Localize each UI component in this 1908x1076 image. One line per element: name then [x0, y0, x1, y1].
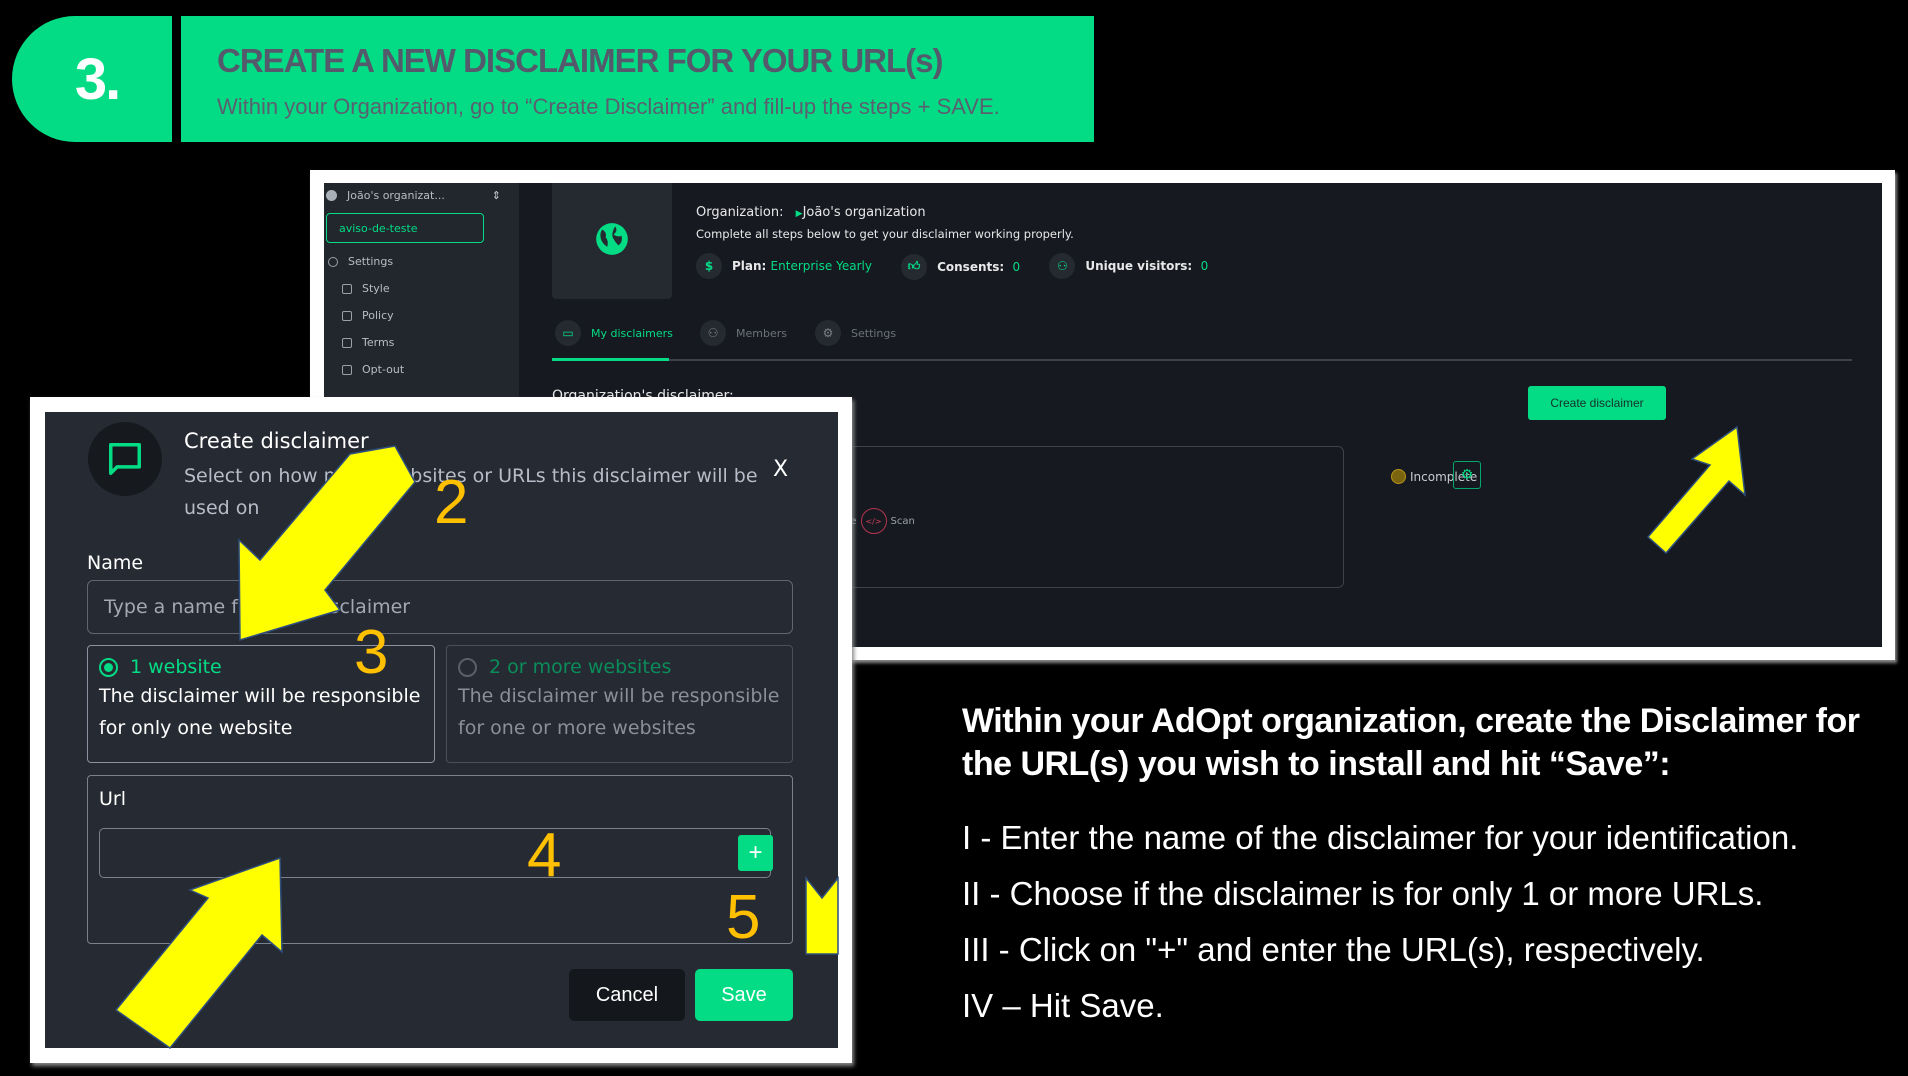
- arrow-pointer-1: [1646, 425, 1746, 555]
- modal-icon: [88, 422, 162, 496]
- add-url-button[interactable]: +: [738, 835, 773, 871]
- document-icon: [342, 337, 352, 348]
- org-selector-label: João's organizat...: [347, 189, 445, 202]
- instructions-list: I - Enter the name of the disclaimer for…: [962, 816, 1798, 1040]
- tab-members[interactable]: ⚇ Members: [700, 313, 787, 353]
- option-multiple-websites[interactable]: 2 or more websites The disclaimer will b…: [446, 645, 793, 763]
- org-tabs: ▭ My disclaimers ⚇ Members ⚙ Settings: [552, 313, 1852, 361]
- chevron-updown-icon: ⇕: [491, 189, 501, 202]
- arrow-pointer-2: [238, 445, 416, 642]
- tabs-divider: [552, 359, 1852, 361]
- arrow-pointer-4: [114, 856, 283, 1050]
- tab-label: Members: [736, 326, 787, 340]
- create-disclaimer-button[interactable]: Create disclaimer: [1528, 386, 1666, 420]
- users-icon: ⚇: [1049, 253, 1076, 279]
- org-header-info: Organization: ▶João's organization Compl…: [696, 205, 1233, 280]
- name-input[interactable]: [87, 580, 793, 634]
- plan-label: Plan:: [732, 259, 767, 273]
- consents-label: Consents:: [937, 259, 1005, 274]
- active-tab-indicator: [552, 358, 669, 361]
- visitors-label: Unique visitors:: [1085, 259, 1193, 273]
- sidebar-item-policy[interactable]: Policy: [342, 309, 394, 322]
- sidebar-item-active-disclaimer[interactable]: aviso-de-teste: [326, 213, 484, 243]
- sidebar-item-settings[interactable]: Settings: [328, 255, 393, 268]
- consents-stat: 👍︎ Consents: 0: [901, 253, 1021, 280]
- instruction-step: I - Enter the name of the disclaimer for…: [962, 819, 1799, 856]
- step-marker-4: 4: [527, 821, 562, 890]
- clipboard-icon: [342, 310, 352, 321]
- thumbs-up-icon: 👍︎: [901, 253, 928, 280]
- org-label: Organization:: [696, 205, 784, 220]
- plan-stat: $ Plan: Enterprise Yearly: [696, 253, 872, 279]
- chat-icon: [109, 443, 141, 475]
- step-number: 3.: [74, 46, 121, 112]
- save-button[interactable]: Save: [695, 969, 793, 1021]
- option-description: The disclaimer will be responsible for o…: [99, 685, 421, 739]
- sidebar-item-label: Opt-out: [362, 363, 405, 376]
- sidebar-item-terms[interactable]: Terms: [342, 336, 394, 349]
- plan-value: Enterprise Yearly: [770, 259, 872, 273]
- scan-step: de </> Scan: [844, 508, 915, 534]
- org-name: João's organization: [802, 205, 926, 220]
- sidebar-item-label: aviso-de-teste: [339, 221, 418, 235]
- tab-settings[interactable]: ⚙ Settings: [815, 313, 896, 353]
- gear-icon: ⚙: [815, 320, 841, 346]
- option-label: 1 website: [130, 656, 222, 678]
- url-label: Url: [99, 788, 126, 810]
- arrow-pointer-5: [805, 875, 839, 955]
- code-icon[interactable]: </>: [860, 508, 887, 534]
- cancel-button[interactable]: Cancel: [569, 969, 685, 1021]
- sidebar-item-label: Terms: [362, 336, 395, 349]
- option-description: The disclaimer will be responsible for o…: [458, 685, 780, 739]
- radio-selected[interactable]: [99, 657, 118, 677]
- gear-icon: [328, 256, 338, 267]
- tab-label: My disclaimers: [591, 326, 673, 340]
- globe-icon: [596, 222, 628, 255]
- org-logo: [552, 183, 672, 299]
- sidebar-item-opt-out[interactable]: Opt-out: [342, 363, 404, 376]
- banner-subtitle: Within your Organization, go to “Create …: [217, 94, 1000, 119]
- sidebar-item-label: Settings: [348, 255, 394, 268]
- banner-title: CREATE A NEW DISCLAIMER FOR YOUR URL(s): [217, 42, 943, 79]
- instructions-title: Within your AdOpt organization, create t…: [962, 702, 1860, 783]
- org-selector[interactable]: João's organizat... ⇕: [326, 189, 511, 202]
- instruction-step: IV – Hit Save.: [962, 987, 1164, 1024]
- globe-icon: [326, 190, 337, 201]
- style-icon: [342, 283, 352, 294]
- sidebar-item-label: Policy: [362, 309, 394, 322]
- visitors-stat: ⚇ Unique visitors: 0: [1049, 253, 1208, 279]
- sidebar-item-style[interactable]: Style: [342, 282, 390, 295]
- dollar-icon: $: [696, 253, 722, 279]
- radio-unselected[interactable]: [458, 657, 477, 677]
- tab-label: Settings: [851, 326, 897, 340]
- caret-right-icon: ▶: [795, 209, 803, 219]
- step-marker-5: 5: [726, 883, 761, 952]
- gear-icon: ⚙: [1460, 467, 1474, 483]
- step-marker-2: 2: [434, 468, 469, 537]
- org-description: Complete all steps below to get your dis…: [696, 227, 1074, 241]
- sidebar-item-label: Style: [362, 282, 390, 295]
- step-banner: CREATE A NEW DISCLAIMER FOR YOUR URL(s) …: [181, 16, 1094, 142]
- visitors-value: 0: [1200, 259, 1209, 273]
- chat-icon: ▭: [555, 320, 581, 346]
- name-label: Name: [87, 552, 144, 574]
- status-dot-icon: [1391, 469, 1406, 484]
- step-number-badge: 3.: [12, 16, 172, 142]
- card-settings-button[interactable]: ⚙: [1453, 461, 1481, 489]
- scan-label: Scan: [890, 515, 915, 527]
- instruction-step: III - Click on "+" and enter the URL(s),…: [962, 931, 1705, 968]
- option-label: 2 or more websites: [489, 656, 672, 678]
- consents-value: 0: [1012, 259, 1021, 274]
- instruction-step: II - Choose if the disclaimer is for onl…: [962, 875, 1764, 912]
- users-icon: ⚇: [700, 320, 726, 346]
- exit-icon: [342, 364, 352, 375]
- close-button[interactable]: X: [773, 457, 788, 482]
- tab-my-disclaimers[interactable]: ▭ My disclaimers: [555, 313, 673, 353]
